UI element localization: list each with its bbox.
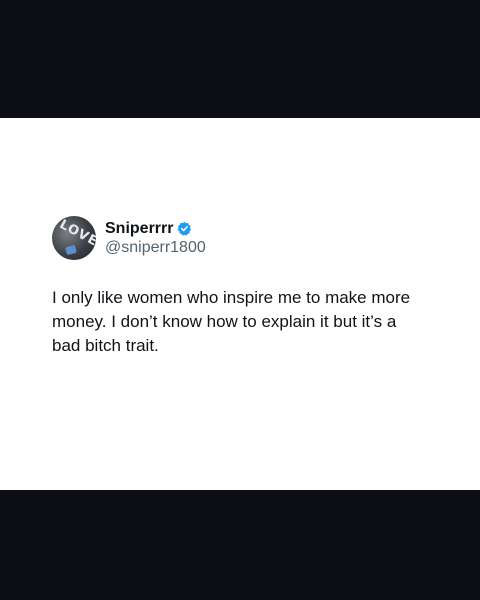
- avatar-text: LOVE: [56, 217, 96, 250]
- verified-badge-icon: [177, 221, 192, 236]
- display-name[interactable]: Sniperrrr: [105, 219, 173, 238]
- author-info: Sniperrrr @sniperr1800: [105, 219, 206, 257]
- tweet: LOVE Sniperrrr @sniperr1800 I only like …: [52, 216, 432, 358]
- name-row: Sniperrrr: [105, 219, 206, 238]
- avatar[interactable]: LOVE: [52, 216, 96, 260]
- tweet-text: I only like women who inspire me to make…: [52, 288, 411, 355]
- bottom-background: [0, 490, 480, 600]
- tweet-screenshot-card: LOVE Sniperrrr @sniperr1800 I only like …: [0, 118, 480, 490]
- handle[interactable]: @sniperr1800: [105, 238, 206, 257]
- avatar-accent: [65, 244, 77, 256]
- tweet-header: LOVE Sniperrrr @sniperr1800: [52, 216, 432, 260]
- top-background: [0, 0, 480, 118]
